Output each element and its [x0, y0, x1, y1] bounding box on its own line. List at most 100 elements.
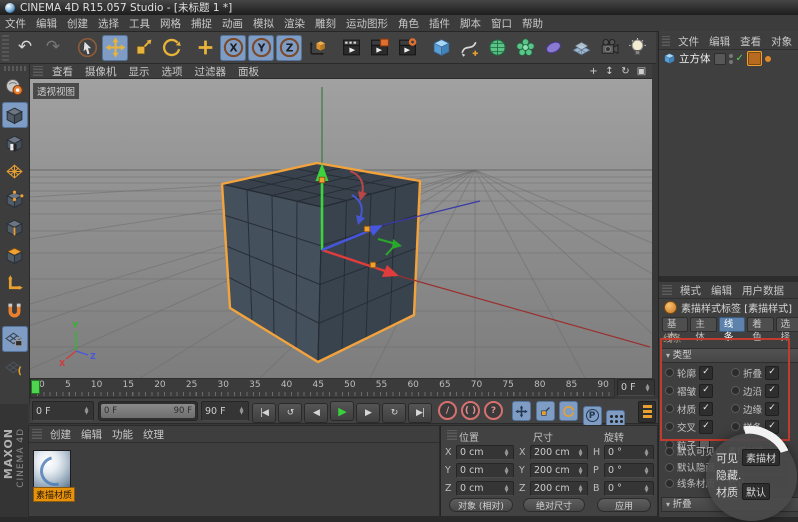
menu-item[interactable]: 动画 [217, 16, 248, 31]
timeline-ruler[interactable]: 051015202530354045505560657075808590 [30, 378, 615, 398]
value-stepper[interactable] [577, 485, 584, 493]
timeline-playhead[interactable] [31, 380, 40, 394]
line-type-option[interactable]: 轮廓 ✓ [665, 366, 731, 379]
menu-item[interactable]: 选择 [93, 16, 124, 31]
record-button[interactable]: ( ) [461, 401, 480, 420]
checkbox[interactable]: ✓ [699, 366, 713, 380]
line-type-option[interactable]: 材质 ✓ [665, 402, 731, 415]
material-menu-item[interactable]: 编辑 [76, 427, 107, 442]
toolbar-grip[interactable] [2, 35, 9, 61]
material-menu-item[interactable]: 纹理 [138, 427, 169, 442]
frame-stepper[interactable] [644, 384, 651, 392]
end-frame-stepper[interactable] [238, 407, 245, 415]
points-mode-button[interactable] [2, 186, 28, 212]
visibility-dots[interactable] [729, 54, 733, 64]
menu-item[interactable]: 模拟 [248, 16, 279, 31]
transport-button[interactable]: ↺ [278, 403, 302, 423]
animation-dot-icon[interactable] [665, 386, 674, 395]
attribute-menu-grip[interactable] [662, 285, 672, 295]
menu-item[interactable]: 渲染 [279, 16, 310, 31]
line-type-option[interactable]: 交叉 ✓ [665, 420, 731, 433]
size-input[interactable]: 200 cm [530, 445, 588, 460]
menu-item[interactable]: 网格 [155, 16, 186, 31]
transport-button[interactable]: ▶ [356, 403, 380, 423]
view-label[interactable]: 透视视图 [33, 83, 79, 99]
transport-button[interactable]: ▶| [408, 403, 432, 423]
keyframe-selection-button[interactable] [638, 401, 656, 421]
menu-item[interactable]: 文件 [0, 16, 31, 31]
viewport-menu-item[interactable]: 显示 [123, 64, 156, 79]
menu-item[interactable]: 插件 [424, 16, 455, 31]
viewport-menu-item[interactable]: 查看 [46, 64, 79, 79]
move-tool-button[interactable] [102, 35, 128, 61]
material-thumbnail[interactable] [33, 450, 71, 488]
apply-button[interactable]: 应用 [597, 498, 651, 512]
lock-z-button[interactable]: Z [276, 35, 302, 61]
camera-button[interactable] [596, 35, 622, 61]
menu-item[interactable]: 捕捉 [186, 16, 217, 31]
line-type-option[interactable]: 边缘 ✓ [731, 402, 797, 415]
model-mode-button[interactable] [2, 102, 28, 128]
key-position-toggle[interactable] [512, 401, 531, 421]
axis-mode-button[interactable] [2, 270, 28, 296]
transport-button[interactable]: |◀ [252, 403, 276, 423]
title-bar[interactable]: CINEMA 4D R15.057 Studio - [未标题 1 *] [0, 0, 798, 15]
checkbox[interactable]: ✓ [699, 384, 713, 398]
transport-button[interactable]: ▶ [330, 401, 354, 421]
attribute-tab[interactable]: 选择 [776, 317, 798, 332]
perspective-viewport[interactable]: Y X Z 透视视图 [30, 79, 652, 378]
material-menu-item[interactable]: 功能 [107, 427, 138, 442]
record-button[interactable]: ? [484, 401, 503, 420]
deformer-button[interactable] [540, 35, 566, 61]
lock-y-button[interactable]: Y [248, 35, 274, 61]
left-toolbar-grip[interactable] [4, 66, 26, 71]
viewport-menu-grip[interactable] [33, 66, 43, 76]
preview-range-slider[interactable]: 0 F90 F [98, 401, 198, 421]
attribute-tab[interactable]: 主体 [690, 317, 716, 332]
line-type-option[interactable]: 褶皱 ✓ [665, 384, 731, 397]
animation-dot-icon[interactable] [665, 422, 674, 431]
viewport-menu-item[interactable]: 过滤器 [189, 64, 233, 79]
scale-tool-button[interactable] [130, 35, 156, 61]
key-rotation-toggle[interactable] [559, 401, 578, 421]
rotation-input[interactable]: 0 ° [604, 481, 654, 496]
object-menu-item[interactable]: 文件 [673, 34, 704, 49]
menu-item[interactable]: 创建 [62, 16, 93, 31]
object-menu-item[interactable]: 编辑 [704, 34, 735, 49]
snap-button[interactable] [2, 298, 28, 324]
position-mode-dropdown[interactable]: 对象 (相对) [449, 498, 513, 512]
menu-item[interactable]: 窗口 [486, 16, 517, 31]
convert-editable-button[interactable] [2, 74, 28, 100]
animation-dot-icon[interactable] [665, 447, 674, 456]
phong-tag-icon[interactable] [765, 56, 771, 62]
line-type-option[interactable]: 折叠 ✓ [731, 366, 797, 379]
menu-item[interactable]: 脚本 [455, 16, 486, 31]
start-frame-stepper[interactable] [83, 407, 90, 415]
viewport-control[interactable]: ▣ [635, 65, 648, 78]
start-frame-field[interactable]: 0 F [32, 401, 94, 421]
add-cube-button[interactable] [428, 35, 454, 61]
transport-button[interactable]: ◀ [304, 403, 328, 423]
render-region-button[interactable] [366, 35, 392, 61]
object-menu-item[interactable]: 对象 [766, 34, 797, 49]
viewport-control[interactable]: + [587, 65, 600, 78]
rotation-input[interactable]: 0 ° [604, 463, 654, 478]
viewport-menu-item[interactable]: 摄像机 [79, 64, 123, 79]
last-tool-button[interactable] [192, 35, 218, 61]
material-menu-item[interactable]: 创建 [45, 427, 76, 442]
sketch-style-tag-icon[interactable] [747, 51, 762, 66]
edges-mode-button[interactable] [2, 214, 28, 240]
polygons-mode-button[interactable] [2, 242, 28, 268]
attribute-tab[interactable]: 线条 [719, 317, 745, 332]
animation-dot-icon[interactable] [731, 404, 740, 413]
enabled-check-icon[interactable]: ✓ [736, 53, 744, 64]
menu-item[interactable]: 运动图形 [341, 16, 393, 31]
light-button[interactable] [624, 35, 650, 61]
undo-button[interactable]: ↶ [12, 35, 38, 61]
attribute-tab[interactable]: 着色 [747, 317, 773, 332]
live-selection-button[interactable] [74, 35, 100, 61]
menu-item[interactable]: 角色 [393, 16, 424, 31]
subdivision-surface-button[interactable] [484, 35, 510, 61]
render-settings-button[interactable] [394, 35, 420, 61]
rotate-tool-button[interactable] [158, 35, 184, 61]
